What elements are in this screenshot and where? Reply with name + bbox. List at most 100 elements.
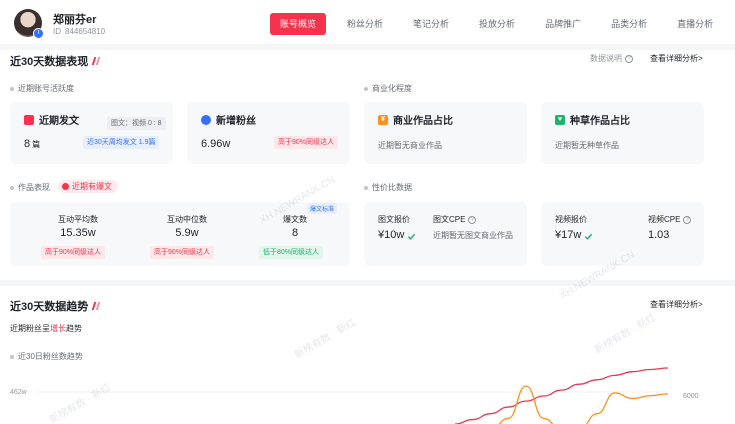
tab-notes-analysis[interactable]: 笔记分析 bbox=[404, 13, 458, 35]
new-fans-title-text: 新增粉丝 bbox=[216, 116, 256, 127]
check-icon bbox=[585, 233, 593, 240]
recent-posts-card: 近期发文 图文：视频 0 : 8 8篇 近30天周均发文 1.9篇 bbox=[10, 102, 173, 164]
pricing-label-text: 性价比数据 bbox=[372, 183, 412, 192]
help-icon: ? bbox=[625, 54, 633, 63]
video-price-label: 视频报价 bbox=[555, 215, 587, 224]
profile-name: 郑丽芬er bbox=[53, 14, 97, 26]
performance-label: 作品表现 bbox=[10, 182, 50, 193]
metric-hot-count-tag: 低于80%同级达人 bbox=[259, 246, 324, 259]
recent-posts-title-text: 近期发文 bbox=[39, 116, 79, 127]
video-cpe-label: 视频CPE ? bbox=[648, 214, 692, 225]
image-cpe-label: 图文CPE ? bbox=[433, 214, 477, 225]
title-decoration-icon bbox=[91, 57, 101, 65]
commerce-label: 商业化程度 bbox=[364, 83, 412, 94]
hot-standard-tag[interactable]: 爆文标准 bbox=[307, 203, 338, 214]
video-cpe-value: 1.03 bbox=[648, 229, 670, 241]
metric-avg-tag: 高于90%同级达人 bbox=[41, 246, 106, 259]
video-cpe-label-text: 视频CPE bbox=[648, 215, 681, 224]
trend-summary-highlight: 增长 bbox=[50, 324, 66, 333]
activity-label: 近期账号活跃度 bbox=[10, 83, 74, 94]
section-divider bbox=[0, 280, 735, 286]
metric-hot-count-value: 8 bbox=[291, 227, 299, 239]
image-price-label: 图文报价 bbox=[378, 215, 410, 224]
help-icon[interactable]: ? bbox=[468, 215, 477, 224]
fans-series-line bbox=[454, 367, 669, 424]
heart-icon: ♥ bbox=[555, 114, 565, 125]
user-icon bbox=[201, 114, 211, 125]
commerce-label-text: 商业化程度 bbox=[372, 84, 412, 93]
data-note-link[interactable]: 数据说明 ? bbox=[590, 53, 633, 64]
new-fans-title: 新增粉丝 bbox=[201, 112, 256, 127]
seeding-ratio-title-text: 种草作品占比 bbox=[570, 116, 630, 127]
image-pricing-card: 图文报价 ¥10w 图文CPE ? 近期暂无图文商业作品 bbox=[364, 202, 527, 266]
trend-title-text: 近30天数据趋势 bbox=[10, 301, 89, 313]
document-icon bbox=[24, 114, 34, 125]
metric-avg-label: 互动平均数 bbox=[58, 215, 98, 224]
profile-id-value: 844654810 bbox=[65, 27, 106, 36]
data-note-text: 数据说明 bbox=[590, 54, 622, 63]
nav-tabs: 账号概览 粉丝分析 笔记分析 投放分析 品牌推广 品类分析 直播分析 bbox=[270, 13, 734, 35]
trend-detail-link[interactable]: 查看详细分析> bbox=[650, 299, 703, 310]
tab-live-analysis[interactable]: 直播分析 bbox=[668, 13, 722, 35]
tab-ad-analysis[interactable]: 投放分析 bbox=[470, 13, 524, 35]
recent-posts-number: 8 bbox=[24, 138, 31, 150]
check-icon bbox=[408, 233, 416, 240]
recent-posts-unit: 篇 bbox=[32, 140, 41, 149]
top-divider bbox=[0, 44, 735, 50]
image-price-value: ¥10w bbox=[378, 229, 416, 241]
metric-median-label: 互动中位数 bbox=[167, 215, 207, 224]
post-type-ratio: 图文：视频 0 : 8 bbox=[107, 117, 166, 130]
y-right-tick: 6000 bbox=[683, 393, 699, 400]
watermark-text: 新榜有数 · 新红 bbox=[292, 317, 359, 362]
metric-median-value: 5.9w bbox=[175, 227, 199, 239]
profile-id-label: ID bbox=[53, 27, 61, 36]
video-price-value-text: ¥17w bbox=[555, 229, 582, 241]
profile-id: ID 844654810 bbox=[53, 27, 105, 36]
top-bar: i 郑丽芬er ID 844654810 账号概览 粉丝分析 笔记分析 投放分析 … bbox=[0, 0, 735, 44]
new-fans-card: 新增粉丝 6.96w 高于90%同级达人 bbox=[187, 102, 350, 164]
recent-posts-title: 近期发文 bbox=[24, 112, 79, 127]
commercial-ratio-title-text: 商业作品占比 bbox=[393, 116, 453, 127]
metric-hot-count-label: 爆文数 bbox=[283, 215, 307, 224]
tab-brand-promotion[interactable]: 品牌推广 bbox=[536, 13, 590, 35]
seeding-ratio-title: ♥ 种草作品占比 bbox=[555, 112, 630, 127]
image-price-value-text: ¥10w bbox=[378, 229, 405, 241]
tab-account-overview[interactable]: 账号概览 bbox=[270, 13, 327, 35]
watermark-text: 新榜有数 · 新红 bbox=[592, 312, 659, 357]
new-fans-value: 6.96w bbox=[201, 138, 231, 150]
trend-section-title: 近30天数据趋势 bbox=[10, 298, 101, 314]
bullet-dot bbox=[10, 185, 14, 190]
recent-posts-value: 8篇 bbox=[24, 138, 40, 150]
commercial-ratio-title: ¥ 商业作品占比 bbox=[378, 112, 453, 127]
performance-label-text: 作品表现 bbox=[18, 183, 50, 192]
help-icon[interactable]: ? bbox=[683, 215, 692, 224]
title-decoration-icon bbox=[91, 302, 101, 310]
video-pricing-card: 视频报价 ¥17w 视频CPE ? 1.03 bbox=[541, 202, 704, 266]
tab-fans-analysis[interactable]: 粉丝分析 bbox=[338, 13, 392, 35]
performance-card: 爆文标准 互动平均数 15.35w 高于90%同级达人 互动中位数 5.9w 高… bbox=[10, 202, 350, 266]
new-fans-tag: 高于90%同级达人 bbox=[274, 136, 339, 149]
overview-section-title: 近30天数据表现 bbox=[10, 53, 101, 69]
image-cpe-label-text: 图文CPE bbox=[433, 215, 466, 224]
bullet-dot bbox=[364, 86, 368, 91]
seeding-ratio-note: 近期暂无种草作品 bbox=[555, 141, 619, 150]
commercial-ratio-card: ¥ 商业作品占比 近期暂无商业作品 bbox=[364, 102, 527, 164]
video-price-value: ¥17w bbox=[555, 229, 593, 241]
seeding-ratio-card: ♥ 种草作品占比 近期暂无种草作品 bbox=[541, 102, 704, 164]
tab-category-analysis[interactable]: 品类分析 bbox=[602, 13, 656, 35]
pricing-label: 性价比数据 bbox=[364, 182, 412, 193]
metric-median-tag: 高于90%同级达人 bbox=[150, 246, 215, 259]
bullet-dot bbox=[10, 354, 14, 359]
weekly-posts-tag: 近30天周均发文 1.9篇 bbox=[83, 136, 160, 149]
overview-title-text: 近30天数据表现 bbox=[10, 56, 89, 68]
y-left-tick: 462w bbox=[10, 389, 28, 396]
verified-badge-icon: i bbox=[33, 28, 44, 39]
overview-detail-link[interactable]: 查看详细分析> bbox=[650, 53, 703, 64]
trend-summary-suffix: 趋势 bbox=[66, 324, 82, 333]
trend-summary: 近期粉丝呈增长趋势 bbox=[10, 323, 82, 334]
metric-avg-value: 15.35w bbox=[60, 227, 96, 239]
fans-trend-chart: 462w 6000 bbox=[10, 367, 699, 424]
commercial-ratio-note: 近期暂无商业作品 bbox=[378, 141, 442, 150]
bullet-dot bbox=[364, 185, 368, 190]
hot-post-badge: 近期有爆文 bbox=[58, 180, 118, 193]
